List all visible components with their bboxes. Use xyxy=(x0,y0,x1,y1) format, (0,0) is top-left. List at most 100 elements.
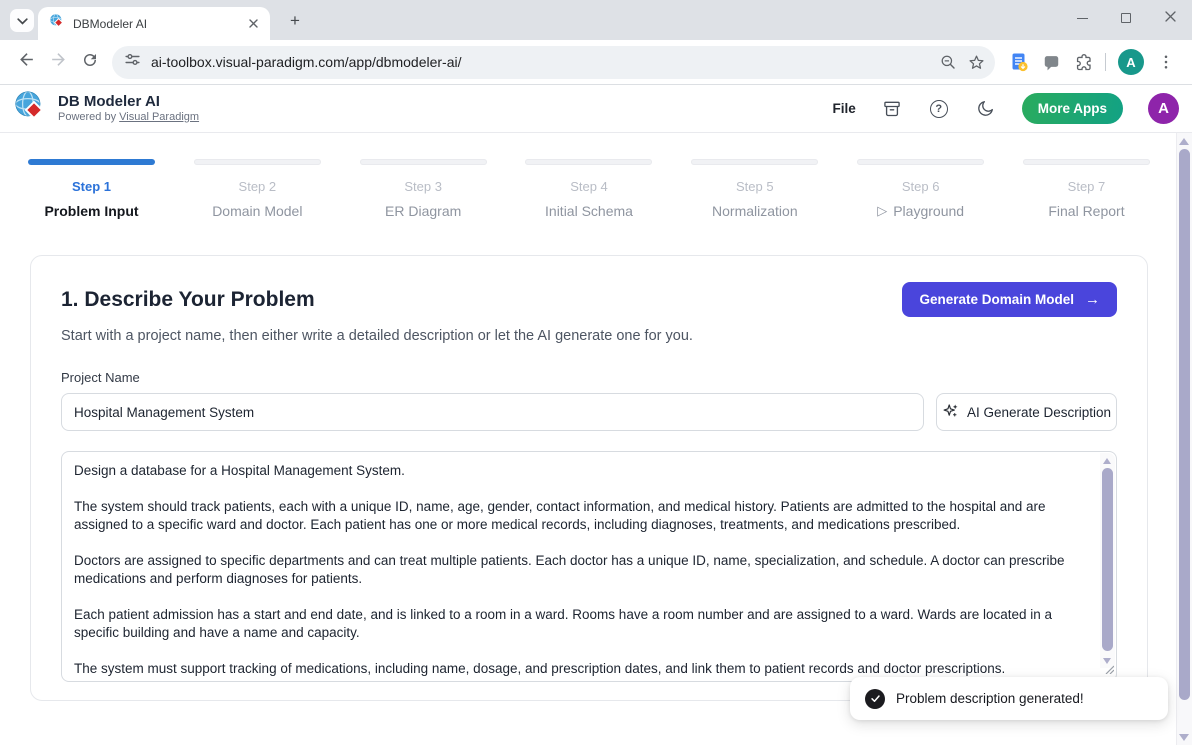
window-maximize-button[interactable] xyxy=(1104,0,1148,36)
scroll-up-arrow-icon[interactable] xyxy=(1179,138,1189,145)
step-tab-domain-model[interactable]: Step 2 Domain Model xyxy=(194,159,321,219)
step-tab-final-report[interactable]: Step 7 Final Report xyxy=(1023,159,1150,219)
play-icon: ▷ xyxy=(877,203,887,219)
step-label: Problem Input xyxy=(44,203,138,219)
step-number: Step 3 xyxy=(404,179,442,194)
step-progress-bar xyxy=(525,159,652,165)
scroll-down-arrow-icon[interactable] xyxy=(1179,734,1189,741)
step-tab-problem-input[interactable]: Step 1 Problem Input xyxy=(28,159,155,219)
chevron-down-icon xyxy=(17,12,28,30)
extensions-puzzle-icon[interactable] xyxy=(1067,46,1099,78)
back-arrow-icon xyxy=(17,50,36,74)
window-close-button[interactable] xyxy=(1148,0,1192,36)
step-number: Step 1 xyxy=(72,179,111,194)
url-text[interactable]: ai-toolbox.visual-paradigm.com/app/dbmod… xyxy=(151,54,934,70)
step-label: Domain Model xyxy=(212,203,302,219)
step-number: Step 2 xyxy=(239,179,277,194)
help-icon[interactable]: ? xyxy=(928,98,950,120)
back-button[interactable] xyxy=(10,46,42,78)
description-paragraph: Doctors are assigned to specific departm… xyxy=(74,552,1084,588)
description-paragraph: The system should track patients, each w… xyxy=(74,498,1084,534)
step-tab-normalization[interactable]: Step 5 Normalization xyxy=(691,159,818,219)
app-page: Step 1 Problem Input Step 2 Domain Model… xyxy=(0,133,1176,745)
problem-description-textarea[interactable]: Design a database for a Hospital Managem… xyxy=(61,451,1117,682)
toast-notification: Problem description generated! xyxy=(850,677,1168,720)
card-title: 1. Describe Your Problem xyxy=(61,288,315,312)
step-number: Step 6 xyxy=(902,179,940,194)
scroll-up-arrow-icon[interactable] xyxy=(1103,458,1111,464)
step-tab-initial-schema[interactable]: Step 4 Initial Schema xyxy=(525,159,652,219)
more-apps-button[interactable]: More Apps xyxy=(1022,93,1123,124)
step-number: Step 5 xyxy=(736,179,774,194)
description-paragraph: Design a database for a Hospital Managem… xyxy=(74,462,1084,480)
page-scrollbar[interactable] xyxy=(1176,133,1192,745)
step-progress-bar xyxy=(360,159,487,165)
archive-icon[interactable] xyxy=(881,98,903,120)
file-menu[interactable]: File xyxy=(832,101,855,116)
step-tab-playground[interactable]: Step 6 ▷ Playground xyxy=(857,159,984,219)
app-name: DB Modeler AI xyxy=(58,93,199,110)
step-label: Final Report xyxy=(1048,203,1124,219)
textarea-scrollbar-thumb[interactable] xyxy=(1102,468,1113,651)
tab-title: DBModeler AI xyxy=(73,17,244,31)
step-progress-bar xyxy=(28,159,155,165)
docs-offline-extension-icon[interactable] xyxy=(1003,46,1035,78)
browser-profile-avatar[interactable]: A xyxy=(1118,49,1144,75)
new-tab-button[interactable]: + xyxy=(283,9,307,33)
app-header-actions: File ? More Apps A xyxy=(832,93,1179,124)
toast-message: Problem description generated! xyxy=(896,691,1084,706)
user-avatar[interactable]: A xyxy=(1148,93,1179,124)
step-wizard: Step 1 Problem Input Step 2 Domain Model… xyxy=(28,159,1150,219)
browser-tab[interactable]: DBModeler AI xyxy=(38,7,270,40)
card-subtitle: Start with a project name, then either w… xyxy=(61,328,1117,344)
zoom-out-icon[interactable] xyxy=(934,48,962,76)
tab-search-chevron-button[interactable] xyxy=(10,9,34,32)
step-progress-bar xyxy=(857,159,984,165)
problem-input-card: 1. Describe Your Problem Generate Domain… xyxy=(30,255,1148,701)
textarea-scrollbar[interactable] xyxy=(1100,453,1115,668)
step-label: Initial Schema xyxy=(545,203,633,219)
app-title-block: DB Modeler AI Powered by Visual Paradigm xyxy=(58,93,199,124)
project-name-input[interactable] xyxy=(61,393,924,431)
project-name-label: Project Name xyxy=(61,370,1117,385)
address-bar[interactable]: ai-toolbox.visual-paradigm.com/app/dbmod… xyxy=(112,46,995,79)
close-icon xyxy=(1165,9,1176,27)
step-progress-bar xyxy=(194,159,321,165)
dark-mode-moon-icon[interactable] xyxy=(975,98,997,120)
app-header: DB Modeler AI Powered by Visual Paradigm… xyxy=(0,85,1192,133)
maximize-icon xyxy=(1121,13,1131,23)
browser-menu-kebab-icon[interactable] xyxy=(1150,46,1182,78)
forward-button[interactable] xyxy=(42,46,74,78)
browser-toolbar: ai-toolbox.visual-paradigm.com/app/dbmod… xyxy=(0,40,1192,85)
chat-extension-icon[interactable] xyxy=(1035,46,1067,78)
step-progress-bar xyxy=(1023,159,1150,165)
forward-arrow-icon xyxy=(49,50,68,74)
step-progress-bar xyxy=(691,159,818,165)
toolbar-divider xyxy=(1105,53,1106,71)
visual-paradigm-link[interactable]: Visual Paradigm xyxy=(119,111,199,123)
reload-button[interactable] xyxy=(74,46,106,78)
step-number: Step 4 xyxy=(570,179,608,194)
app-logo xyxy=(13,89,48,129)
window-controls xyxy=(1060,0,1192,36)
sparkles-icon xyxy=(942,402,959,422)
browser-tab-strip: DBModeler AI + xyxy=(0,0,1192,40)
tab-close-icon[interactable] xyxy=(244,15,262,33)
step-tab-er-diagram[interactable]: Step 3 ER Diagram xyxy=(360,159,487,219)
powered-by: Powered by Visual Paradigm xyxy=(58,110,199,124)
step-label: ER Diagram xyxy=(385,203,461,219)
arrow-right-icon: → xyxy=(1085,291,1100,308)
window-minimize-button[interactable] xyxy=(1060,0,1104,36)
generate-domain-model-button[interactable]: Generate Domain Model → xyxy=(902,282,1117,317)
page-scrollbar-thumb[interactable] xyxy=(1179,149,1190,700)
tab-favicon xyxy=(49,13,65,34)
description-paragraph: Each patient admission has a start and e… xyxy=(74,606,1084,642)
step-label: Normalization xyxy=(712,203,798,219)
site-settings-icon[interactable] xyxy=(124,51,141,73)
minimize-icon xyxy=(1077,18,1088,19)
ai-generate-description-button[interactable]: AI Generate Description xyxy=(936,393,1117,431)
step-number: Step 7 xyxy=(1068,179,1106,194)
step-label: ▷ Playground xyxy=(877,203,964,219)
description-paragraph: The system must support tracking of medi… xyxy=(74,660,1084,678)
bookmark-star-icon[interactable] xyxy=(962,48,990,76)
